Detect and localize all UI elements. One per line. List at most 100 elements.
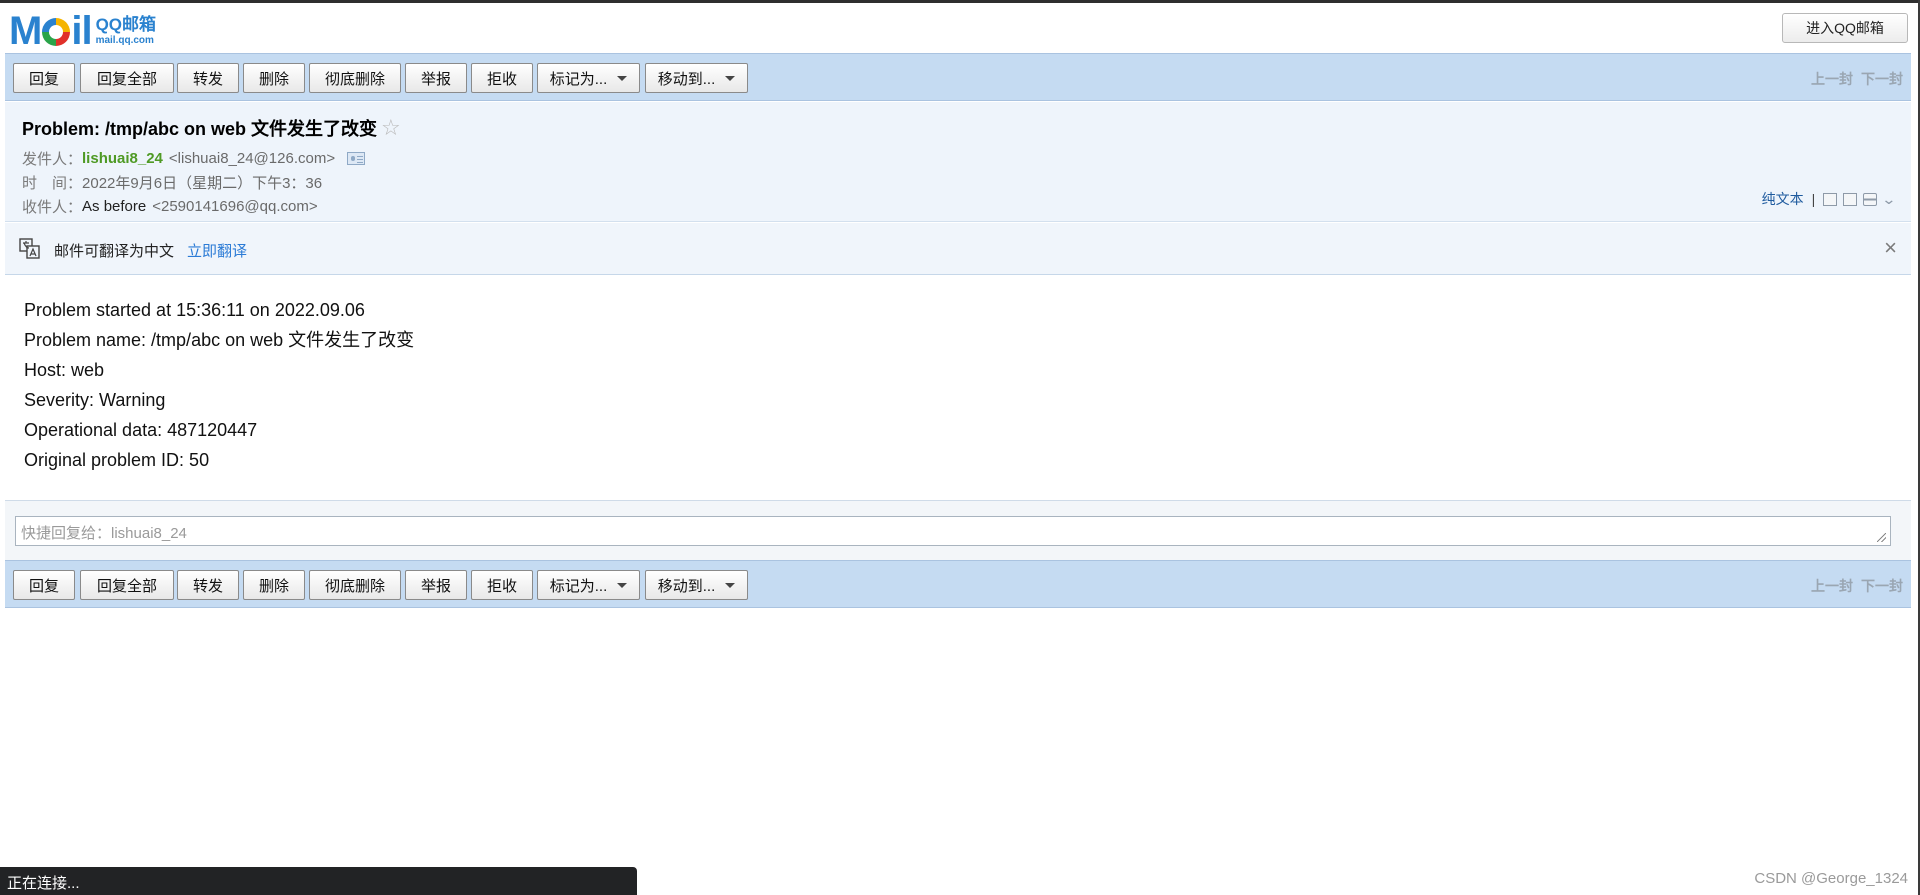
translate-icon — [19, 238, 40, 259]
body-line: Operational data: 487120447 — [24, 420, 258, 440]
move-to-dropdown[interactable]: 移动到... — [645, 570, 748, 600]
permanent-delete-label: 彻底删除 — [324, 577, 385, 595]
permanent-delete-label: 彻底删除 — [324, 70, 385, 88]
mark-as-label: 标记为... — [549, 577, 608, 595]
move-to-dropdown[interactable]: 移动到... — [645, 63, 748, 93]
browser-status-bar: 正在连接... — [0, 867, 637, 895]
reject-label: 拒收 — [486, 70, 517, 88]
reject-label: 拒收 — [486, 577, 517, 595]
mark-as-dropdown[interactable]: 标记为... — [537, 570, 640, 600]
reply-all-button[interactable]: 回复全部 — [80, 63, 174, 93]
qqmail-logo[interactable]: M il QQ邮箱 mail.qq.com — [9, 9, 156, 53]
body-line: Problem name: /tmp/abc on web 文件发生了改变 — [24, 330, 415, 350]
body-line: Problem started at 15:36:11 on 2022.09.0… — [24, 300, 365, 320]
reply-all-button[interactable]: 回复全部 — [80, 570, 174, 600]
mark-as-label: 标记为... — [549, 70, 608, 88]
reply-label: 回复 — [28, 577, 59, 595]
watermark: CSDN @George_1324 — [1754, 870, 1908, 887]
logo-title: QQ邮箱 — [95, 15, 157, 34]
reply-button[interactable]: 回复 — [13, 63, 75, 93]
resize-icon[interactable] — [1877, 533, 1886, 542]
mail-navigation: 上一封 下一封 — [1811, 69, 1903, 89]
logo-letters-il: il — [71, 9, 92, 53]
body-line: Host: web — [24, 360, 105, 380]
report-button[interactable]: 举报 — [405, 570, 467, 600]
tools-separator: | — [1811, 191, 1816, 207]
sender-name[interactable]: lishuai8_24 — [82, 150, 163, 167]
caret-down-icon — [617, 75, 628, 81]
permanent-delete-button[interactable]: 彻底删除 — [309, 570, 401, 600]
forward-label: 转发 — [192, 577, 223, 595]
delete-button[interactable]: 删除 — [243, 63, 305, 93]
plain-text-link[interactable]: 纯文本 — [1762, 189, 1804, 209]
enter-qqmail-button[interactable]: 进入QQ邮箱 — [1782, 13, 1908, 43]
expand-icon[interactable]: ⌄ — [1882, 191, 1897, 208]
status-text: 正在连接... — [7, 875, 80, 892]
quick-reply-placeholder: 快捷回复给：lishuai8_24 — [21, 525, 187, 542]
contact-card-icon[interactable] — [347, 152, 366, 165]
report-button[interactable]: 举报 — [405, 63, 467, 93]
reply-all-label: 回复全部 — [96, 577, 157, 595]
next-mail-link[interactable]: 下一封 — [1861, 576, 1903, 596]
logo-text: QQ邮箱 mail.qq.com — [96, 12, 156, 50]
forward-label: 转发 — [192, 70, 223, 88]
forward-button[interactable]: 转发 — [177, 570, 239, 600]
star-icon[interactable]: ☆ — [381, 115, 401, 141]
move-to-label: 移动到... — [657, 577, 716, 595]
sender-address: <lishuai8_24@126.com> — [168, 150, 336, 167]
logo-word: M il — [9, 9, 93, 53]
print-icon[interactable] — [1863, 192, 1878, 206]
to-label: 收件人： — [22, 199, 83, 216]
quick-reply-input[interactable]: 快捷回复给：lishuai8_24 — [15, 516, 1891, 546]
caret-down-icon — [617, 582, 628, 588]
delete-button[interactable]: 删除 — [243, 570, 305, 600]
from-label: 发件人： — [22, 151, 83, 168]
translate-hint: 邮件可翻译为中文 — [54, 243, 175, 260]
close-icon[interactable]: × — [1884, 235, 1897, 261]
logo-ring-icon — [42, 18, 71, 46]
reply-label: 回复 — [28, 70, 59, 88]
mark-as-dropdown[interactable]: 标记为... — [537, 63, 640, 93]
mail-header: Problem: /tmp/abc on web 文件发生了改变 ☆ 发件人： … — [5, 102, 1911, 222]
caret-down-icon — [725, 75, 736, 81]
reply-button[interactable]: 回复 — [13, 570, 75, 600]
top-toolbar: 回复 回复全部 转发 删除 彻底删除 举报 拒收 标记为... 移动到... 上… — [5, 53, 1911, 101]
recipient-address: <2590141696@qq.com> — [152, 198, 318, 215]
report-label: 举报 — [420, 70, 451, 88]
prev-mail-link[interactable]: 上一封 — [1811, 576, 1853, 596]
mail-subject: Problem: /tmp/abc on web 文件发生了改变 ☆ — [22, 115, 401, 141]
permanent-delete-button[interactable]: 彻底删除 — [309, 63, 401, 93]
translate-bar: 邮件可翻译为中文 立即翻译 × — [5, 223, 1911, 275]
note-icon[interactable] — [1823, 192, 1838, 206]
mail-navigation: 上一封 下一封 — [1811, 576, 1903, 596]
time-row: 时 间： 2022年9月6日（星期二）下午3：36 — [22, 172, 322, 193]
translate-now-link[interactable]: 立即翻译 — [187, 240, 247, 261]
from-row: 发件人： lishuai8_24 <lishuai8_24@126.com> — [22, 148, 366, 169]
reject-button[interactable]: 拒收 — [471, 570, 533, 600]
app-header: M il QQ邮箱 mail.qq.com 进入QQ邮箱 — [0, 3, 1918, 53]
subject-text: Problem: /tmp/abc on web 文件发生了改变 — [22, 119, 378, 139]
new-window-icon[interactable] — [1843, 192, 1858, 206]
caret-down-icon — [725, 582, 736, 588]
forward-button[interactable]: 转发 — [177, 63, 239, 93]
recipient-name[interactable]: As before — [82, 198, 146, 215]
to-row: 收件人： As before <2590141696@qq.com> — [22, 196, 318, 217]
delete-label: 删除 — [258, 577, 289, 595]
reject-button[interactable]: 拒收 — [471, 63, 533, 93]
reply-all-label: 回复全部 — [96, 70, 157, 88]
logo-letter-m: M — [9, 9, 42, 53]
time-value: 2022年9月6日（星期二）下午3：36 — [82, 175, 323, 192]
body-line: Original problem ID: 50 — [24, 450, 210, 470]
next-mail-link[interactable]: 下一封 — [1861, 69, 1903, 89]
header-tools: 纯文本 | ⌄ — [1762, 189, 1897, 209]
report-label: 举报 — [420, 577, 451, 595]
move-to-label: 移动到... — [657, 70, 716, 88]
prev-mail-link[interactable]: 上一封 — [1811, 69, 1853, 89]
delete-label: 删除 — [258, 70, 289, 88]
logo-domain: mail.qq.com — [95, 35, 154, 46]
body-line: Severity: Warning — [24, 390, 166, 410]
quick-reply-area: 快捷回复给：lishuai8_24 — [5, 501, 1911, 560]
mail-body: Problem started at 15:36:11 on 2022.09.0… — [24, 295, 414, 475]
bottom-toolbar: 回复 回复全部 转发 删除 彻底删除 举报 拒收 标记为... 移动到... 上… — [5, 560, 1911, 608]
time-label: 时 间： — [22, 175, 83, 192]
